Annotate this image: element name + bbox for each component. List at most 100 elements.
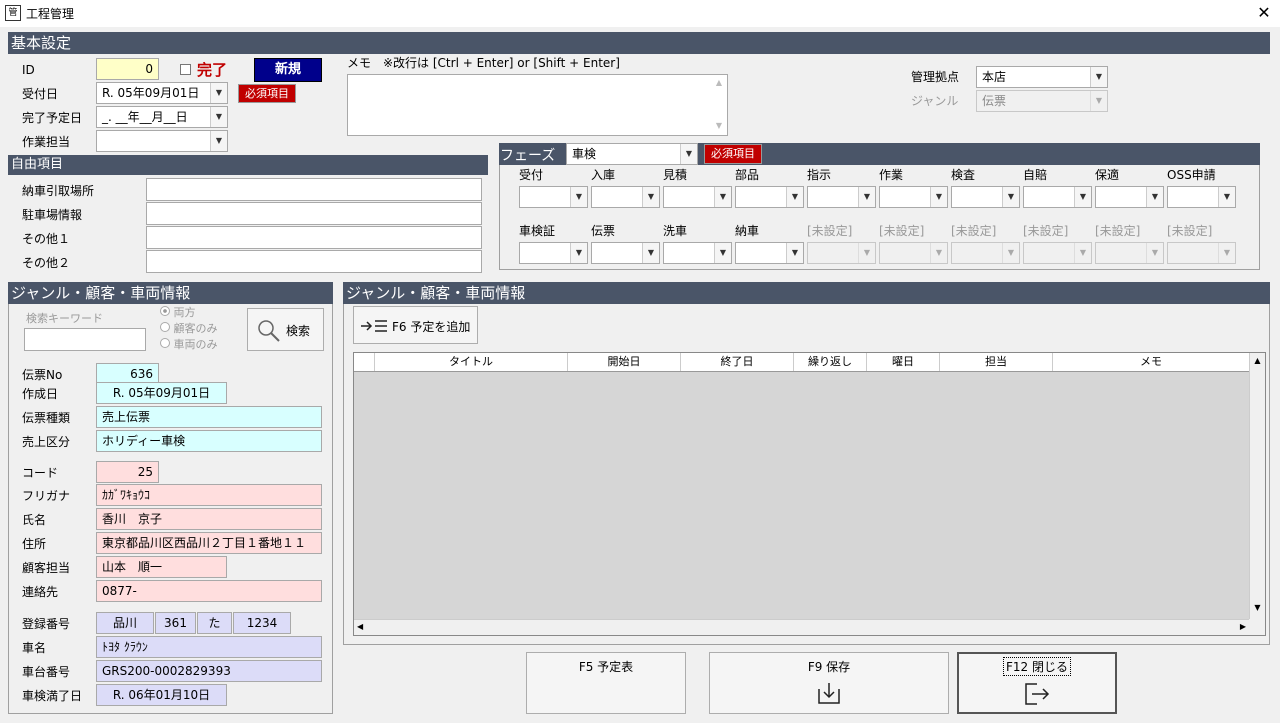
search-button[interactable]: 検索 <box>247 308 324 351</box>
search-scope-radios: 両方 顧客のみ 車両のみ <box>160 305 218 353</box>
phase-step-select[interactable]: ▼ <box>663 186 732 208</box>
radio-both[interactable]: 両方 <box>160 305 218 321</box>
memo-scrollbar[interactable]: ▲ ▼ <box>711 75 727 135</box>
phase-step-select[interactable]: ▼ <box>519 242 588 264</box>
f12-label: F12 閉じる <box>1003 657 1071 676</box>
add-schedule-button[interactable]: F6 予定を追加 <box>353 306 478 344</box>
staff-label: 顧客担当 <box>22 561 71 575</box>
col-start-date[interactable]: 開始日 <box>568 353 681 371</box>
close-icon[interactable]: ✕ <box>1252 2 1276 24</box>
search-keyword-input[interactable] <box>24 328 146 351</box>
schedule-grid[interactable]: タイトル 開始日 終了日 繰り返し 曜日 担当 メモ ▲ ▼ ◀ ▶ <box>353 352 1266 636</box>
done-checkbox[interactable] <box>180 64 191 75</box>
inspect-field[interactable]: R. 06年01月10日 <box>96 684 227 706</box>
phase-step-select[interactable]: ▼ <box>735 242 804 264</box>
phase-step-select[interactable]: ▼ <box>879 186 948 208</box>
radio-customer-only[interactable]: 顧客のみ <box>160 321 218 337</box>
phase-step-label: [未設定] <box>1095 224 1141 238</box>
code-field[interactable]: 25 <box>96 461 159 483</box>
window-title: 工程管理 <box>26 7 75 21</box>
chevron-down-icon: ▼ <box>1218 243 1235 263</box>
phase-step-select[interactable]: ▼ <box>519 186 588 208</box>
f12-close-button[interactable]: F12 閉じる <box>957 652 1117 714</box>
phase-select[interactable]: 車検 ▼ <box>566 143 698 165</box>
phase-step-select[interactable]: ▼ <box>1167 186 1236 208</box>
schedule-header: ジャンル・顧客・車両情報 <box>343 282 1270 304</box>
col-end-date[interactable]: 終了日 <box>681 353 794 371</box>
id-label: ID <box>22 63 35 77</box>
id-field[interactable]: 0 <box>96 58 159 80</box>
basic-settings-header: 基本設定 <box>8 32 1270 54</box>
new-button[interactable]: 新規 <box>254 58 322 82</box>
contact-field[interactable]: 0877- <box>96 580 322 602</box>
search-keyword-label: 検索キーワード <box>26 312 103 325</box>
col-title[interactable]: タイトル <box>375 353 568 371</box>
col-staff[interactable]: 担当 <box>940 353 1053 371</box>
phase-step-label: [未設定] <box>1167 224 1213 238</box>
reg-number-field[interactable]: 1234 <box>233 612 291 634</box>
phase-step-label: 部品 <box>735 168 760 182</box>
branch-label: 管理拠点 <box>911 70 960 84</box>
name-field[interactable]: 香川 京子 <box>96 508 322 530</box>
phase-step-select[interactable]: ▼ <box>591 186 660 208</box>
title-bar: 管 工程管理 ✕ <box>0 0 1280 27</box>
f5-schedule-button[interactable]: F5 予定表 <box>526 652 686 714</box>
required-badge: 必須項目 <box>238 84 296 103</box>
save-icon <box>818 683 840 704</box>
phase-step-select: ▼ <box>1095 242 1164 264</box>
created-label: 作成日 <box>22 387 59 401</box>
phase-required-badge: 必須項目 <box>704 144 762 164</box>
col-weekday[interactable]: 曜日 <box>867 353 940 371</box>
radio-vehicle-only[interactable]: 車両のみ <box>160 337 218 353</box>
worker-select[interactable]: ▼ <box>96 130 228 152</box>
worker-label: 作業担当 <box>22 135 71 149</box>
contact-label: 連絡先 <box>22 585 59 599</box>
f9-label: F9 保存 <box>807 660 851 674</box>
free-items-header: 自由項目 <box>8 155 488 175</box>
free-item-input[interactable] <box>146 250 482 273</box>
free-item-input[interactable] <box>146 178 482 201</box>
phase-step-select[interactable]: ▼ <box>1023 186 1092 208</box>
col-repeat[interactable]: 繰り返し <box>794 353 867 371</box>
slip-type-field[interactable]: 売上伝票 <box>96 406 322 428</box>
reg-area-field[interactable]: 品川 <box>96 612 154 634</box>
phase-step-select[interactable]: ▼ <box>591 242 660 264</box>
chevron-down-icon: ▼ <box>1090 91 1107 111</box>
address-field[interactable]: 東京都品川区西品川２丁目１番地１１ <box>96 532 322 554</box>
reg-class-field[interactable]: 361 <box>155 612 196 634</box>
phase-step-select[interactable]: ▼ <box>807 186 876 208</box>
f9-save-button[interactable]: F9 保存 <box>709 652 949 714</box>
free-item-input[interactable] <box>146 226 482 249</box>
phase-step-select[interactable]: ▼ <box>951 186 1020 208</box>
chevron-down-icon: ▼ <box>1218 187 1235 207</box>
staff-field[interactable]: 山本 順一 <box>96 556 227 578</box>
phase-step-label: 入庫 <box>591 168 616 182</box>
phase-step-select: ▼ <box>879 242 948 264</box>
horizontal-scrollbar[interactable]: ◀ ▶ <box>354 619 1249 635</box>
kana-field[interactable]: ｶｶﾞﾜｷｮｳｺ <box>96 484 322 506</box>
genre-select: 伝票 ▼ <box>976 90 1108 112</box>
vertical-scrollbar[interactable]: ▲ ▼ <box>1249 353 1265 619</box>
phase-step-select[interactable]: ▼ <box>1095 186 1164 208</box>
reg-kana-field[interactable]: た <box>197 612 232 634</box>
branch-select[interactable]: 本店 ▼ <box>976 66 1108 88</box>
phase-step-label: 受付 <box>519 168 544 182</box>
receipt-date-picker[interactable]: R. 05年09月01日 ▼ <box>96 82 228 104</box>
car-name-field[interactable]: ﾄﾖﾀ ｸﾗｳﾝ <box>96 636 322 658</box>
free-item-label: その他２ <box>22 256 71 270</box>
phase-step-label: 伝票 <box>591 224 616 238</box>
chassis-field[interactable]: GRS200-0002829393 <box>96 660 322 682</box>
chevron-down-icon: ▼ <box>210 131 227 151</box>
row-selector-header <box>354 353 375 371</box>
phase-step-label: [未設定] <box>879 224 925 238</box>
sales-class-field[interactable]: ホリディー車検 <box>96 430 322 452</box>
created-field[interactable]: R. 05年09月01日 <box>96 382 227 404</box>
free-item-input[interactable] <box>146 202 482 225</box>
phase-step-label: 保適 <box>1095 168 1120 182</box>
col-memo[interactable]: メモ <box>1053 353 1249 371</box>
phase-step-select[interactable]: ▼ <box>735 186 804 208</box>
phase-step-label: 検査 <box>951 168 976 182</box>
memo-textarea[interactable]: ▲ ▼ <box>347 74 728 136</box>
phase-step-select[interactable]: ▼ <box>663 242 732 264</box>
scheduled-date-picker[interactable]: _. __年__月__日 ▼ <box>96 106 228 128</box>
